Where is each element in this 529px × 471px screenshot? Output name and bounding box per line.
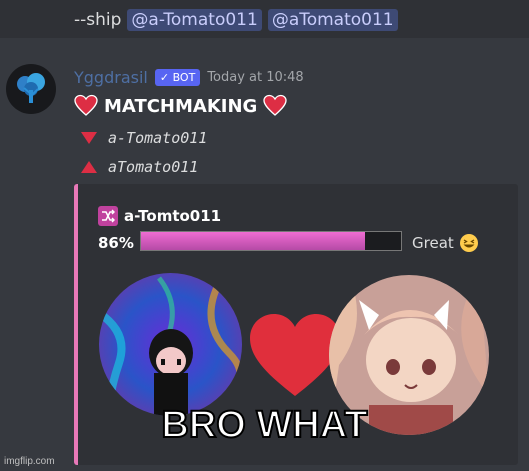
match-rating: Great [412,233,479,253]
first-user-avatar [99,273,242,416]
shuffle-icon [98,206,118,226]
rating-label: Great [412,234,454,252]
mention-second-user[interactable]: @aTomato011 [267,9,398,31]
bot-badge-label: BOT [172,71,196,84]
heart-icon [250,314,340,396]
match-progress-fill [141,232,365,250]
author-name[interactable]: Yggdrasil [74,68,148,87]
command-prefix: --ship [74,10,122,30]
command-bar: --ship @a-Tomato011 @aTomato011 [0,0,529,38]
mention-first-user[interactable]: @a-Tomato011 [127,9,262,31]
message-header: Yggdrasil ✓ BOT Today at 10:48 [74,68,304,87]
ship-name: a-Tomto011 [124,207,222,225]
title-text: MATCHMAKING [104,95,258,117]
message-timestamp: Today at 10:48 [207,70,304,85]
bot-avatar[interactable] [6,64,56,114]
grinning-face-icon [459,234,478,252]
ship-name-line: a-Tomto011 [98,206,221,226]
triangle-down-icon [81,132,97,144]
heart-icon [263,94,287,116]
bot-badge: ✓ BOT [154,69,201,86]
ship-command: --ship @a-Tomato011 @aTomato011 [74,9,398,31]
matchmaking-title: MATCHMAKING [74,94,287,118]
first-user-line: a-Tomato011 [80,129,207,147]
tree-icon [17,73,45,103]
first-user-name: a-Tomato011 [108,129,208,147]
imgflip-watermark: imgflip.com [4,456,55,467]
match-progress-bar [140,231,402,251]
second-user-line: aTomato011 [80,158,198,176]
match-percent: 86% [98,234,134,252]
triangle-up-icon [81,161,97,173]
second-user-name: aTomato011 [108,158,199,176]
meme-caption: BRO WHAT [160,403,368,447]
heart-icon [74,94,98,116]
